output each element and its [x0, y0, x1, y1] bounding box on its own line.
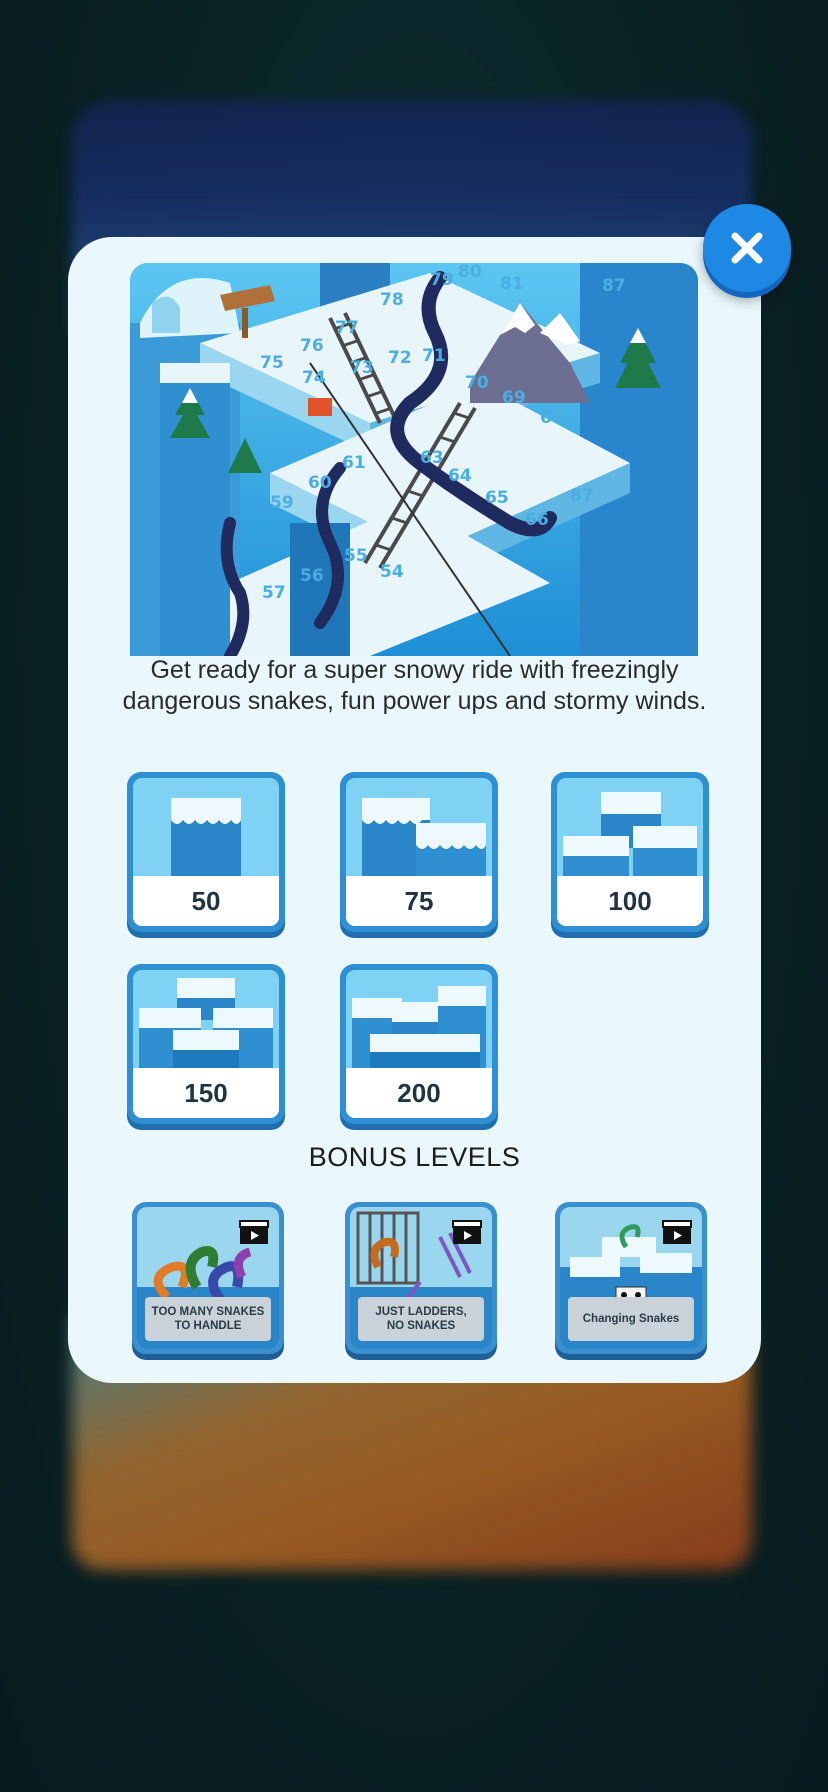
- svg-text:71: 71: [422, 346, 446, 366]
- level-label: 100: [557, 876, 703, 926]
- level-label: 150: [133, 1068, 279, 1118]
- bonus-level-just-ladders[interactable]: JUST LADDERS, NO SNAKES: [345, 1202, 497, 1354]
- svg-text:61: 61: [342, 453, 366, 473]
- svg-text:60: 60: [308, 473, 332, 493]
- video-clapper-icon: [452, 1220, 482, 1244]
- video-clapper-icon: [662, 1220, 692, 1244]
- bonus-levels-heading: BONUS LEVELS: [308, 1142, 521, 1172]
- level-tile-75[interactable]: 75: [340, 772, 498, 932]
- svg-text:75: 75: [260, 353, 284, 373]
- svg-text:55: 55: [344, 546, 368, 566]
- hero-illustration: 79 80 81 87 78 76 77 75 73 72 71 74 70 6…: [130, 263, 698, 656]
- ice-blocks-icon: [352, 986, 486, 1068]
- svg-text:87: 87: [570, 486, 594, 506]
- ice-blocks-icon: [139, 978, 273, 1068]
- svg-text:59: 59: [270, 493, 294, 513]
- bonus-label-line2: TO HANDLE: [174, 1320, 242, 1332]
- video-clapper-icon: [239, 1220, 269, 1244]
- svg-text:78: 78: [380, 290, 404, 310]
- level-tile-200[interactable]: 200: [340, 964, 498, 1124]
- level-label: 75: [346, 876, 492, 926]
- svg-text:80: 80: [458, 263, 482, 282]
- svg-text:63: 63: [420, 448, 444, 468]
- svg-text:87: 87: [602, 276, 626, 296]
- svg-text:72: 72: [388, 348, 412, 368]
- svg-text:65: 65: [485, 488, 509, 508]
- svg-text:79: 79: [430, 270, 454, 290]
- bonus-label-line1: JUST LADDERS,: [375, 1306, 467, 1318]
- level-label: 200: [346, 1068, 492, 1118]
- svg-text:74: 74: [302, 368, 326, 388]
- svg-text:73: 73: [350, 358, 374, 378]
- level-label: 50: [133, 876, 279, 926]
- bonus-level-changing-snakes[interactable]: Changing Snakes: [555, 1202, 707, 1354]
- svg-text:81: 81: [500, 274, 524, 294]
- svg-text:56: 56: [300, 566, 324, 586]
- bonus-label-line1: TOO MANY SNAKES: [151, 1306, 265, 1318]
- level-tile-150[interactable]: 150: [127, 964, 285, 1124]
- ice-block-icon: [171, 798, 241, 876]
- ice-blocks-icon: [362, 798, 486, 876]
- svg-text:64: 64: [448, 466, 472, 486]
- close-button[interactable]: [703, 204, 791, 292]
- level-select-modal: 79 80 81 87 78 76 77 75 73 72 71 74 70 6…: [68, 237, 761, 1383]
- svg-text:66: 66: [525, 510, 549, 530]
- svg-text:77: 77: [335, 318, 359, 338]
- bonus-label-line1: Changing Snakes: [582, 1313, 680, 1325]
- level-tile-100[interactable]: 100: [551, 772, 709, 932]
- svg-text:68: 68: [540, 408, 564, 428]
- svg-text:70: 70: [465, 373, 489, 393]
- bonus-label-line2: NO SNAKES: [386, 1320, 456, 1332]
- close-icon: [731, 232, 763, 264]
- svg-text:76: 76: [300, 336, 324, 356]
- svg-text:69: 69: [502, 388, 526, 408]
- bonus-level-too-many-snakes[interactable]: TOO MANY SNAKES TO HANDLE: [132, 1202, 284, 1354]
- level-tile-50[interactable]: 50: [127, 772, 285, 932]
- svg-text:54: 54: [380, 562, 404, 582]
- svg-text:57: 57: [262, 583, 286, 603]
- ice-blocks-icon: [563, 792, 697, 876]
- level-description: Get ready for a super snowy ride with fr…: [122, 656, 707, 715]
